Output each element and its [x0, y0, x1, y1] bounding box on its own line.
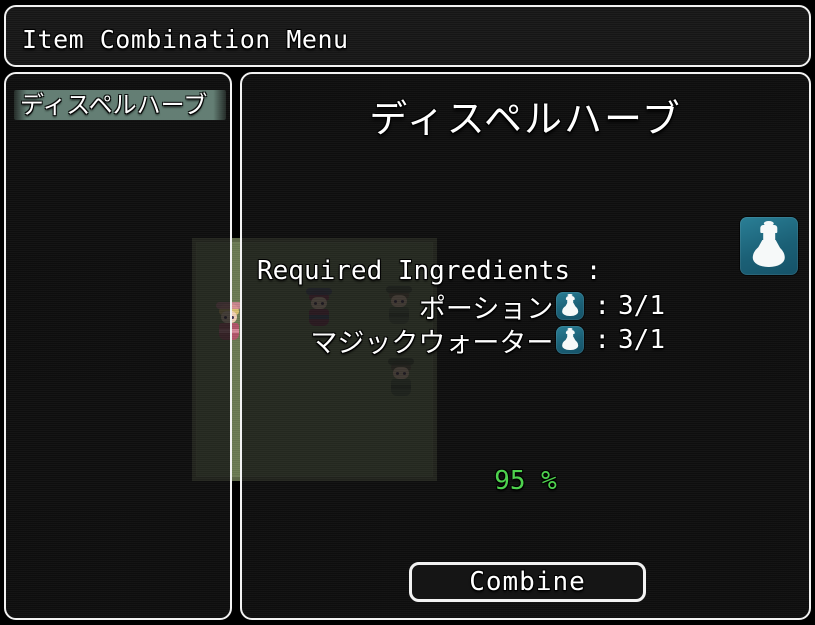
- success-rate-text: 95 %: [494, 466, 557, 496]
- potion-icon: [556, 292, 585, 320]
- potion-body-icon: [752, 243, 786, 267]
- potion-body-icon: [562, 304, 579, 317]
- ingredients-header: Required Ingredients :: [257, 256, 602, 286]
- page-title: Item Combination Menu: [22, 25, 349, 54]
- ingredient-row: ポーション : 3/1: [419, 290, 665, 325]
- item-list-window: ディスペルハーブ: [4, 72, 232, 620]
- title-window: Item Combination Menu: [4, 5, 811, 67]
- item-name-heading: ディスペルハーブ: [369, 97, 682, 141]
- potion-cork-icon: [760, 225, 778, 234]
- item-list: ディスペルハーブ: [14, 88, 226, 122]
- ingredient-name: マジックウォーター: [310, 327, 554, 359]
- item-detail-window: ディスペルハーブ Required Ingredients : ポーション :: [240, 72, 811, 620]
- potion-icon: [556, 326, 585, 354]
- list-item-label: ディスペルハーブ: [20, 91, 208, 119]
- combine-button[interactable]: Combine: [409, 562, 646, 602]
- ingredient-amount: 3/1: [618, 325, 665, 355]
- list-item[interactable]: ディスペルハーブ: [14, 88, 226, 122]
- combine-button-label: Combine: [469, 567, 586, 597]
- ingredient-row: マジックウォーター : 3/1: [310, 324, 665, 359]
- potion-body-icon: [562, 338, 579, 351]
- ingredient-separator: :: [594, 291, 611, 321]
- potion-icon: [740, 217, 798, 275]
- ingredient-amount: 3/1: [618, 291, 665, 321]
- ingredient-separator: :: [594, 325, 611, 355]
